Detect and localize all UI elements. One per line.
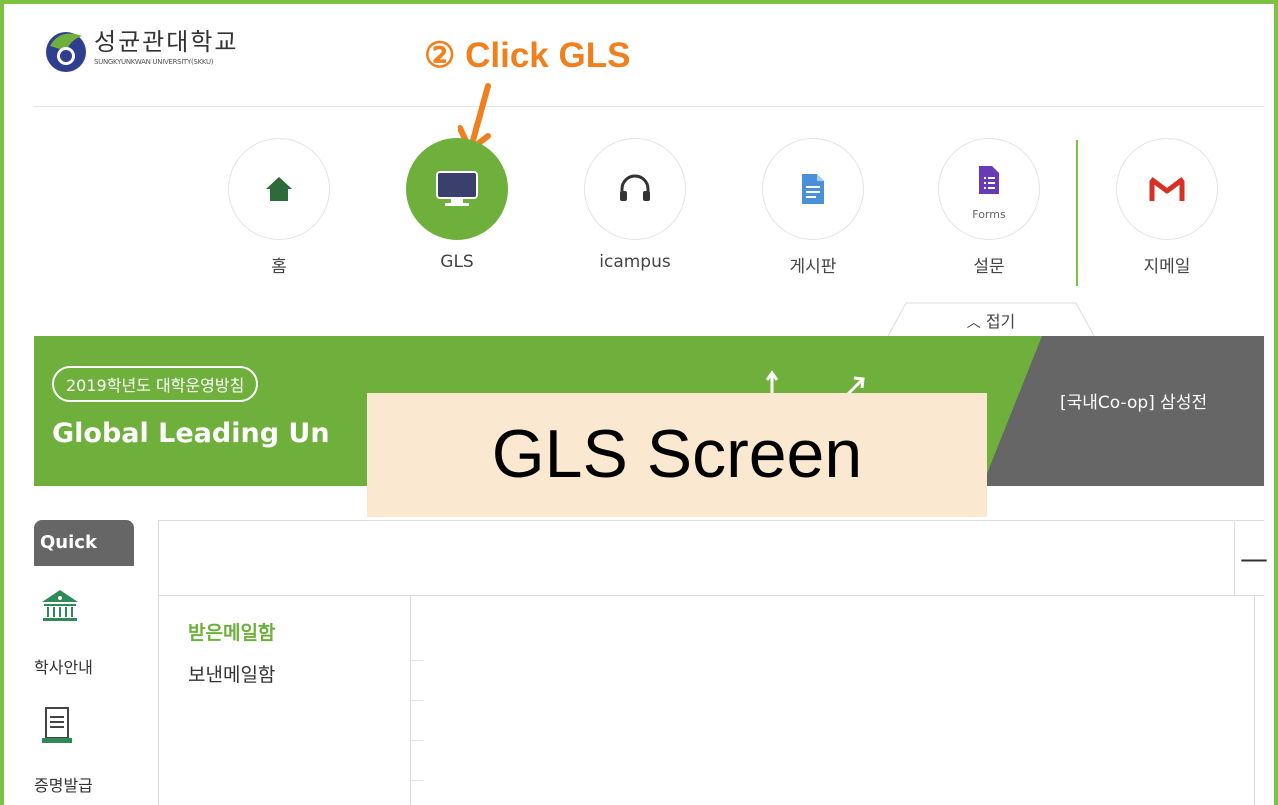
nav-gls[interactable]: GLS — [397, 138, 517, 272]
nav-gmail-circle[interactable] — [1116, 138, 1218, 240]
policy-pill[interactable]: 2019학년도 대학운영방침 — [52, 366, 259, 402]
nav-board-label: 게시판 — [789, 257, 837, 277]
nav-icampus-label: icampus — [599, 252, 671, 272]
chevron-up-icon: ︿ — [966, 315, 981, 331]
header-divider — [34, 106, 1264, 107]
bank-icon — [42, 590, 78, 621]
nav-survey-circle[interactable]: Forms — [938, 138, 1040, 240]
banner-notice-text[interactable]: [국내Co-op] 삼성전 — [1060, 388, 1207, 413]
home-icon — [266, 177, 292, 201]
document-icon — [802, 174, 824, 204]
fold-toggle-label: ︿ 접기 — [888, 308, 1094, 332]
quick-item-certificate-label: 증명발급 — [34, 776, 93, 795]
nav-divider — [1076, 140, 1078, 286]
mail-tab-inbox[interactable]: 받은메일함 — [188, 618, 275, 645]
gmail-icon — [1149, 177, 1185, 201]
fold-label-text: 접기 — [985, 312, 1016, 331]
forms-icon — [979, 166, 999, 194]
nav-board[interactable]: 게시판 — [753, 138, 873, 277]
nav-icampus-circle[interactable] — [584, 138, 686, 240]
list-tick — [412, 740, 424, 741]
ginkgo-logo-icon — [42, 26, 90, 74]
certificate-icon — [42, 707, 72, 743]
nav-survey[interactable]: Forms 설문 — [929, 138, 1049, 277]
mail-widget-side-divider — [410, 595, 411, 805]
list-tick — [412, 780, 424, 781]
forms-sublabel: Forms — [972, 208, 1006, 221]
list-tick — [412, 660, 424, 661]
monitor-icon — [436, 171, 478, 206]
mail-widget-header-right-divider — [1234, 520, 1235, 596]
screen-caption-text: GLS Screen — [491, 416, 863, 492]
collapse-minus-icon[interactable]: — — [1240, 542, 1268, 575]
quick-item-academic-label: 학사안내 — [34, 658, 93, 677]
banner-title: Global Leading Un — [52, 418, 330, 449]
nav-home-circle[interactable] — [228, 138, 330, 240]
nav-board-circle[interactable] — [762, 138, 864, 240]
nav-gls-label: GLS — [440, 252, 474, 272]
headset-icon — [620, 174, 650, 201]
nav-gmail[interactable]: 지메일 — [1107, 138, 1227, 277]
list-tick — [412, 700, 424, 701]
banner-diagonal — [982, 336, 1042, 486]
logo-korean-text: 성균관대학교 — [94, 28, 239, 56]
nav-home-label: 홈 — [271, 257, 287, 277]
nav-icampus[interactable]: icampus — [575, 138, 695, 272]
screen-caption-box: GLS Screen — [367, 393, 987, 517]
instruction-annotation: ② Click GLS — [424, 36, 631, 75]
nav-gmail-label: 지메일 — [1143, 257, 1191, 277]
nav-survey-label: 설문 — [973, 257, 1005, 277]
logo-english-text: SUNGKYUNKWAN UNIVERSITY(SKKU) — [94, 58, 214, 66]
quick-menu-header: Quick — [34, 520, 134, 566]
university-logo[interactable]: 성균관대학교 SUNGKYUNKWAN UNIVERSITY(SKKU) — [42, 26, 238, 74]
mail-widget-header-divider — [158, 595, 1264, 596]
mail-widget-right-divider — [1254, 596, 1255, 805]
mail-widget-panel — [158, 520, 1264, 805]
nav-gls-circle[interactable] — [406, 138, 508, 240]
fold-toggle-button[interactable]: ︿ 접기 — [888, 302, 1094, 336]
nav-home[interactable]: 홈 — [219, 138, 339, 277]
mail-tab-sent[interactable]: 보낸메일함 — [188, 660, 275, 687]
